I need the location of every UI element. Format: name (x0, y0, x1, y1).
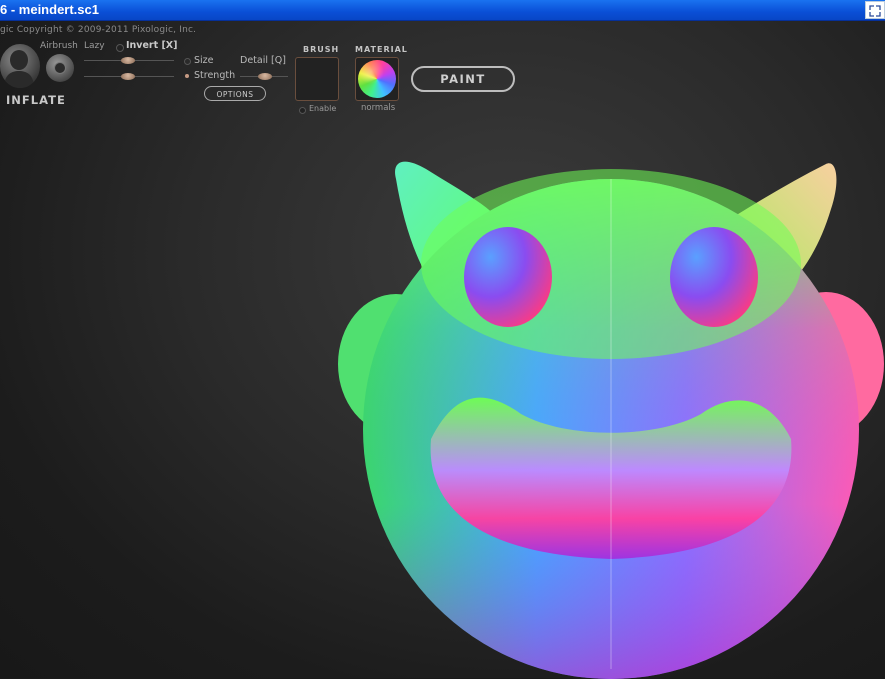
detail-slider-knob[interactable] (258, 73, 272, 80)
invert-label[interactable]: Invert [X] (126, 40, 177, 51)
strength-slider-knob[interactable] (121, 73, 135, 80)
brush-header: BRUSH (303, 45, 340, 54)
airbrush-button[interactable] (46, 54, 74, 82)
brush-enable-radio[interactable] (299, 107, 306, 114)
options-button[interactable]: OPTIONS (204, 86, 266, 101)
brush-slot[interactable] (295, 57, 339, 101)
material-sphere-icon (358, 60, 396, 98)
restore-window-icon[interactable] (865, 1, 885, 19)
strength-radio[interactable] (185, 74, 189, 78)
invert-radio[interactable] (116, 44, 124, 52)
airbrush-label[interactable]: Airbrush (40, 41, 78, 51)
brush-enable-label[interactable]: Enable (309, 104, 336, 113)
detail-label[interactable]: Detail [Q] (240, 55, 286, 66)
lazy-label[interactable]: Lazy (84, 41, 105, 51)
airbrush-icon (54, 62, 66, 74)
inflate-brush-icon (4, 50, 34, 88)
paint-button[interactable]: PAINT (411, 66, 515, 92)
material-header: MATERIAL (355, 45, 408, 54)
size-radio[interactable] (184, 58, 191, 65)
canvas-area[interactable]: gic Copyright © 2009-2011 Pixologic, Inc… (0, 21, 885, 679)
material-slot[interactable] (355, 57, 399, 101)
material-name: normals (361, 103, 396, 113)
copyright-text: gic Copyright © 2009-2011 Pixologic, Inc… (0, 25, 197, 35)
window-title: 6 - meindert.sc1 (0, 2, 99, 17)
inflate-tool-button[interactable] (0, 44, 40, 88)
tool-name-label: INFLATE (6, 93, 66, 107)
window-titlebar: 6 - meindert.sc1 (0, 0, 885, 21)
size-label[interactable]: Size (194, 55, 214, 66)
devil-head-model[interactable] (336, 139, 885, 679)
size-slider-knob[interactable] (121, 57, 135, 64)
strength-label[interactable]: Strength (194, 70, 235, 81)
